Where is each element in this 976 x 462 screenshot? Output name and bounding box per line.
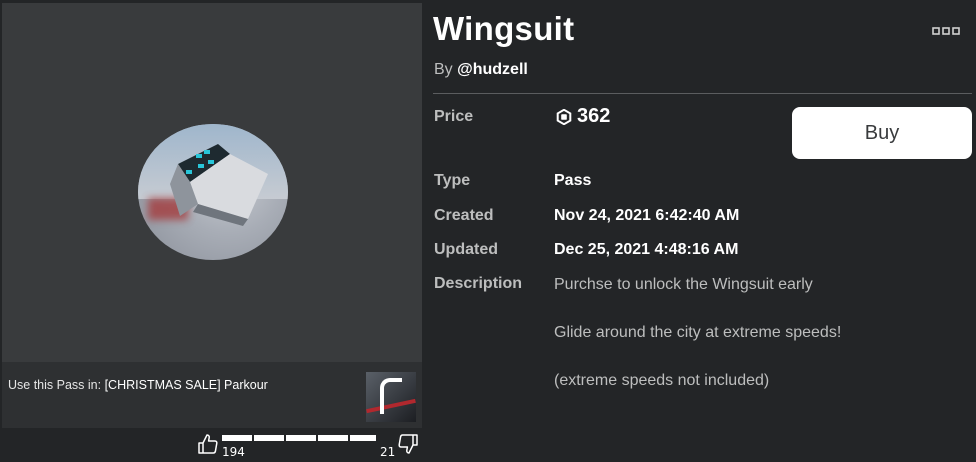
robux-icon xyxy=(556,108,572,125)
price-amount: 362 xyxy=(577,105,611,127)
price-value: 362 xyxy=(556,105,610,128)
buy-button[interactable]: Buy xyxy=(792,107,972,159)
created-value: Nov 24, 2021 6:42:40 AM xyxy=(554,207,740,224)
vote-bar-tick xyxy=(316,435,318,441)
created-label: Created xyxy=(434,207,494,224)
use-in-experience-bar[interactable]: Use this Pass in: [CHRISTMAS SALE] Parko… xyxy=(2,362,422,428)
use-in-prefix: Use this Pass in: xyxy=(8,378,102,392)
vote-section: 194 21 xyxy=(196,432,422,462)
price-label: Price xyxy=(434,108,474,125)
ellipsis-icon[interactable] xyxy=(932,26,960,36)
description-line: Glide around the city at extreme speeds! xyxy=(554,324,842,341)
experience-thumbnail-glyph xyxy=(380,378,402,414)
thumbs-down-icon[interactable] xyxy=(396,432,420,456)
description-label: Description xyxy=(434,275,523,292)
type-value: Pass xyxy=(554,172,592,189)
item-byline: By @hudzell xyxy=(434,61,528,79)
updated-value: Dec 25, 2021 4:48:16 AM xyxy=(554,241,739,258)
experience-thumbnail[interactable] xyxy=(366,372,416,422)
item-thumbnail-image xyxy=(138,124,288,260)
downvote-count: 21 xyxy=(380,445,396,459)
vote-bar-tick xyxy=(252,435,254,441)
thumbs-up-icon[interactable] xyxy=(196,432,220,456)
vote-ratio-bar xyxy=(222,435,376,441)
use-in-text: Use this Pass in: [CHRISTMAS SALE] Parko… xyxy=(8,378,268,392)
updated-label: Updated xyxy=(434,241,498,258)
experience-link[interactable]: [CHRISTMAS SALE] Parkour xyxy=(105,378,268,392)
header-divider xyxy=(433,93,972,94)
item-thumbnail-panel: Use this Pass in: [CHRISTMAS SALE] Parko… xyxy=(2,3,422,428)
item-title: Wingsuit xyxy=(433,10,575,47)
vote-bar-tick xyxy=(348,435,350,441)
wingsuit-icon xyxy=(170,144,268,226)
upvote-count: 194 xyxy=(222,445,245,459)
description-line: Purchse to unlock the Wingsuit early xyxy=(554,276,813,293)
creator-link[interactable]: @hudzell xyxy=(457,61,528,78)
vote-bar-tick xyxy=(284,435,286,441)
description-line: (extreme speeds not included) xyxy=(554,372,770,389)
type-label: Type xyxy=(434,172,471,189)
by-prefix: By xyxy=(434,61,453,78)
